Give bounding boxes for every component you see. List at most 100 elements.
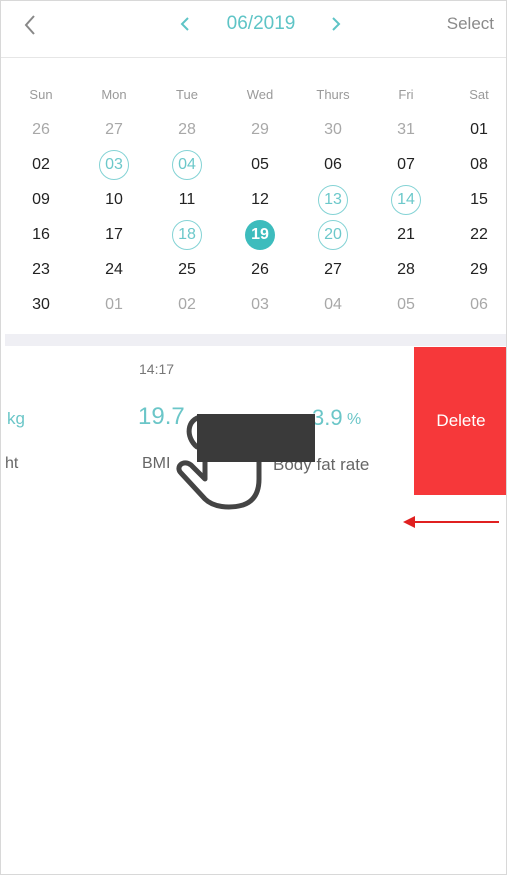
- calendar-day[interactable]: 12: [230, 183, 290, 217]
- calendar-day[interactable]: 17: [84, 218, 144, 252]
- calendar-day[interactable]: 20: [303, 218, 363, 252]
- calendar-day[interactable]: 26: [230, 253, 290, 287]
- calendar-day-number: 06: [470, 296, 488, 313]
- chevron-right-icon: [332, 17, 341, 31]
- calendar-day[interactable]: 31: [376, 113, 436, 147]
- calendar-day[interactable]: 14: [376, 183, 436, 217]
- calendar-day[interactable]: 03: [84, 148, 144, 182]
- calendar-day-number: 11: [178, 191, 196, 208]
- calendar-day[interactable]: 25: [157, 253, 217, 287]
- calendar-day-number: 27: [105, 121, 123, 138]
- calendar-day[interactable]: 27: [84, 113, 144, 147]
- calendar-day-number: 31: [397, 121, 415, 138]
- record-time: 14:17: [139, 361, 175, 377]
- calendar-day[interactable]: 29: [230, 113, 290, 147]
- bmi-label: BMI: [142, 455, 171, 472]
- calendar-day-number: 16: [32, 226, 50, 243]
- weekday-header: Sun Mon Tue Wed Thurs Fri Sat: [1, 87, 506, 103]
- calendar-header: 06/2019 Select: [1, 1, 506, 58]
- calendar-day-number: 15: [470, 191, 488, 208]
- calendar-day-number: 06: [324, 156, 342, 173]
- prev-month-button[interactable]: [177, 15, 195, 33]
- calendar-day[interactable]: 01: [449, 113, 506, 147]
- calendar-day[interactable]: 22: [449, 218, 506, 252]
- calendar-day-number: 28: [178, 121, 196, 138]
- calendar-day-number: 27: [324, 261, 342, 278]
- calendar-day[interactable]: 15: [449, 183, 506, 217]
- calendar-day[interactable]: 13: [303, 183, 363, 217]
- calendar-day[interactable]: 04: [303, 288, 363, 322]
- calendar-day-number: 22: [470, 226, 488, 243]
- calendar-day-number: 21: [397, 226, 415, 243]
- calendar-day[interactable]: 02: [157, 288, 217, 322]
- calendar-day-number: 09: [32, 191, 50, 208]
- calendar-day[interactable]: 08: [449, 148, 506, 182]
- back-button[interactable]: [19, 13, 43, 37]
- calendar-day[interactable]: 30: [11, 288, 71, 322]
- calendar-day[interactable]: 05: [376, 288, 436, 322]
- delete-button[interactable]: Delete: [414, 347, 506, 495]
- select-button[interactable]: Select: [447, 14, 494, 34]
- calendar-day[interactable]: 11: [157, 183, 217, 217]
- calendar-week-row: 16 17 18 19 20 21 22: [1, 218, 506, 252]
- calendar-week-row: 09 10 11 12 13 14 15: [1, 183, 506, 217]
- calendar-day-number: 29: [470, 261, 488, 278]
- weight-unit: kg: [7, 409, 25, 428]
- calendar-day[interactable]: 24: [84, 253, 144, 287]
- calendar-day[interactable]: 07: [376, 148, 436, 182]
- calendar-day-number: 03: [99, 150, 129, 180]
- chevron-left-icon: [180, 17, 189, 31]
- body-fat-value: 3.9: [312, 405, 343, 430]
- calendar-day[interactable]: 23: [11, 253, 71, 287]
- calendar-day[interactable]: 26: [11, 113, 71, 147]
- calendar-day[interactable]: 29: [449, 253, 506, 287]
- calendar-day-number: 02: [178, 296, 196, 313]
- calendar-week-row: 02 03 04 05 06 07 08: [1, 148, 506, 182]
- calendar-day-number: 26: [32, 121, 50, 138]
- calendar-day-number: 04: [324, 296, 342, 313]
- calendar-day-number: 23: [32, 261, 50, 278]
- calendar-day[interactable]: 02: [11, 148, 71, 182]
- calendar-day-number: 12: [251, 191, 269, 208]
- calendar-day[interactable]: 21: [376, 218, 436, 252]
- calendar-day[interactable]: 16: [11, 218, 71, 252]
- calendar-day-number: 03: [251, 296, 269, 313]
- section-divider: [5, 334, 506, 346]
- weekday-label: Mon: [101, 87, 127, 102]
- month-title: 06/2019: [226, 13, 296, 34]
- calendar-day[interactable]: 04: [157, 148, 217, 182]
- weekday-label: Sat: [469, 87, 489, 102]
- calendar-day-number: 01: [105, 296, 123, 313]
- calendar-day[interactable]: 30: [303, 113, 363, 147]
- calendar-day-number: 14: [391, 185, 421, 215]
- calendar-day-number: 05: [251, 156, 269, 173]
- calendar-day[interactable]: 09: [11, 183, 71, 217]
- calendar-day[interactable]: 19: [230, 218, 290, 252]
- calendar-day[interactable]: 05: [230, 148, 290, 182]
- weekday-label: Wed: [246, 87, 274, 102]
- screen: 06/2019 Select Sun Mon Tue Wed Thurs Fri…: [0, 0, 507, 875]
- calendar-day[interactable]: 06: [303, 148, 363, 182]
- calendar-day[interactable]: 27: [303, 253, 363, 287]
- weekday-label: Sun: [29, 87, 53, 102]
- weekday-label: Tue: [176, 87, 198, 102]
- calendar-day-number: 19: [245, 220, 275, 250]
- calendar-week-row: 23 24 25 26 27 28 29: [1, 253, 506, 287]
- calendar-day-number: 26: [251, 261, 269, 278]
- calendar-day[interactable]: 01: [84, 288, 144, 322]
- calendar-day[interactable]: 10: [84, 183, 144, 217]
- calendar-day[interactable]: 28: [376, 253, 436, 287]
- calendar-day-number: 02: [32, 156, 50, 173]
- calendar-day-number: 28: [397, 261, 415, 278]
- calendar-day-number: 08: [470, 156, 488, 173]
- calendar-day-number: 13: [318, 185, 348, 215]
- calendar-day-number: 25: [178, 261, 196, 278]
- next-month-button[interactable]: [326, 15, 344, 33]
- chevron-left-icon: [24, 15, 35, 35]
- calendar-day[interactable]: 28: [157, 113, 217, 147]
- calendar-day[interactable]: 06: [449, 288, 506, 322]
- weight-label: ht: [5, 455, 19, 472]
- calendar-day[interactable]: 18: [157, 218, 217, 252]
- calendar-day[interactable]: 03: [230, 288, 290, 322]
- weekday-label: Thurs: [316, 87, 350, 102]
